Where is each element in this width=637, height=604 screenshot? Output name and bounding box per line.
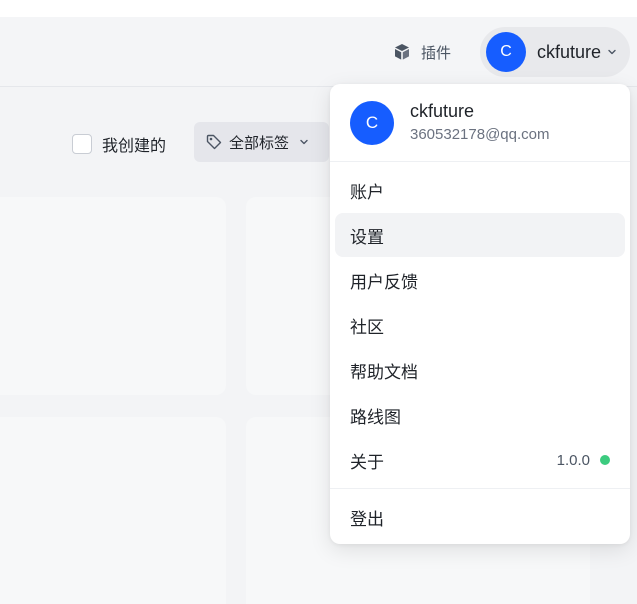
mine-checkbox[interactable] <box>72 134 92 154</box>
top-strip <box>0 0 637 17</box>
chevron-down-icon <box>300 139 308 145</box>
menu-item-about[interactable]: 关于 1.0.0 <box>335 438 625 482</box>
user-name: ckfuture <box>537 41 602 62</box>
menu-item-community[interactable]: 社区 <box>335 303 625 347</box>
tag-icon <box>206 134 222 150</box>
menu-item-label: 路线图 <box>350 407 401 428</box>
menu-item-label: 帮助文档 <box>350 362 418 383</box>
user-name: ckfuture <box>410 101 475 121</box>
project-card[interactable] <box>0 197 226 395</box>
mine-label: 我创建的 <box>102 136 167 155</box>
project-card[interactable] <box>0 417 226 604</box>
status-dot <box>600 455 610 465</box>
plugin-label: 插件 <box>421 43 452 62</box>
menu-item-help-docs[interactable]: 帮助文档 <box>335 348 625 392</box>
app-header: 插件 C ckfuture <box>0 17 637 87</box>
menu-item-feedback[interactable]: 用户反馈 <box>335 258 625 302</box>
user-email: 360532178@qq.com <box>410 126 550 143</box>
tag-filter-label: 全部标签 <box>229 133 290 152</box>
avatar: C <box>486 32 526 72</box>
menu-item-account[interactable]: 账户 <box>335 168 625 212</box>
plugin-button[interactable]: 插件 <box>392 41 451 63</box>
menu-item-label: 账户 <box>350 182 384 203</box>
menu-item-settings[interactable]: 设置 <box>335 213 625 257</box>
mine-filter[interactable]: 我创建的 <box>72 132 166 156</box>
version-label: 1.0.0 <box>556 451 590 469</box>
user-menu-trigger[interactable]: C ckfuture <box>480 27 630 77</box>
menu-item-label: 社区 <box>350 317 384 338</box>
menu-item-label: 登出 <box>350 509 384 530</box>
plugin-cube-icon <box>395 44 409 60</box>
user-dropdown-menu: C ckfuture 360532178@qq.com 账户 设置 用户反馈 社… <box>330 84 630 544</box>
menu-item-label: 用户反馈 <box>350 272 418 293</box>
menu-item-label: 关于 <box>350 452 384 473</box>
tag-filter-select[interactable]: 全部标签 <box>194 122 329 162</box>
avatar: C <box>350 101 394 145</box>
menu-item-roadmap[interactable]: 路线图 <box>335 393 625 437</box>
menu-item-logout[interactable]: 登出 <box>335 495 625 539</box>
user-info-header: C ckfuture 360532178@qq.com <box>330 84 630 162</box>
menu-divider <box>330 488 630 489</box>
chevron-down-icon <box>608 49 616 55</box>
menu-item-label: 设置 <box>350 227 384 248</box>
